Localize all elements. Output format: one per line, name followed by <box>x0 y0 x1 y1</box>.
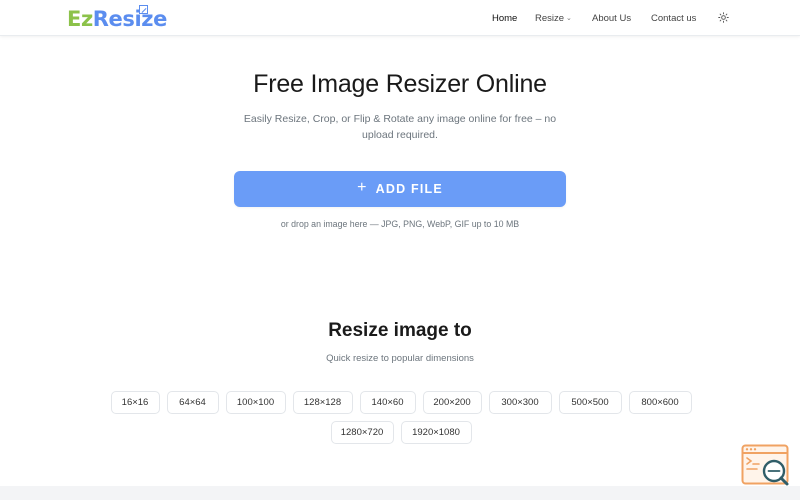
resize-preset-list: 16×16 64×64 100×100 128×128 140×60 200×2… <box>76 391 726 444</box>
logo-resize-mark-icon <box>139 5 148 14</box>
preset-chip[interactable]: 64×64 <box>166 391 219 414</box>
preset-chip[interactable]: 1280×720 <box>330 421 394 444</box>
chevron-down-icon: ⌄ <box>566 15 572 22</box>
preset-chip[interactable]: 128×128 <box>292 391 353 414</box>
preset-chip[interactable]: 800×600 <box>628 391 692 414</box>
preset-chip[interactable]: 16×16 <box>110 391 160 414</box>
preset-chip[interactable]: 1920×1080 <box>400 421 472 444</box>
nav-home[interactable]: Home <box>492 13 517 24</box>
sun-icon <box>718 12 729 23</box>
site-header: Ez Resize Home Resize ⌄ About Us Contact u… <box>0 0 800 36</box>
help-chat-widget[interactable] <box>741 444 791 488</box>
preset-chip[interactable]: 140×60 <box>359 391 416 414</box>
nav-about[interactable]: About Us <box>592 13 631 24</box>
nav-resize[interactable]: Resize ⌄ <box>535 13 572 24</box>
preset-chip[interactable]: 500×500 <box>558 391 622 414</box>
page-title: Free Image Resizer Online <box>253 70 547 98</box>
preset-chip[interactable]: 200×200 <box>422 391 482 414</box>
add-file-button[interactable]: + ADD FILE <box>234 171 566 207</box>
preset-chip[interactable]: 100×100 <box>225 391 286 414</box>
hero-subtitle: Easily Resize, Crop, or Flip & Rotate an… <box>243 113 557 141</box>
logo-part-resize: Resize <box>92 7 168 31</box>
preset-chip[interactable]: 300×300 <box>488 391 552 414</box>
add-file-label: ADD FILE <box>375 182 443 196</box>
drop-hint: or drop an image here — JPG, PNG, WebP, … <box>280 219 520 229</box>
theme-toggle-button[interactable] <box>717 11 730 24</box>
nav-resize-label: Resize <box>535 13 565 24</box>
nav-contact[interactable]: Contact us <box>651 13 696 24</box>
logo-part-ez: Ez <box>67 7 93 31</box>
search-chat-icon <box>741 444 789 486</box>
resize-section-title: Resize image to <box>328 320 472 341</box>
resize-section-subtitle: Quick resize to popular dimensions <box>326 353 474 364</box>
plus-icon: + <box>357 179 368 196</box>
logo[interactable]: Ez Resize <box>67 5 168 32</box>
footer-band <box>0 486 800 500</box>
